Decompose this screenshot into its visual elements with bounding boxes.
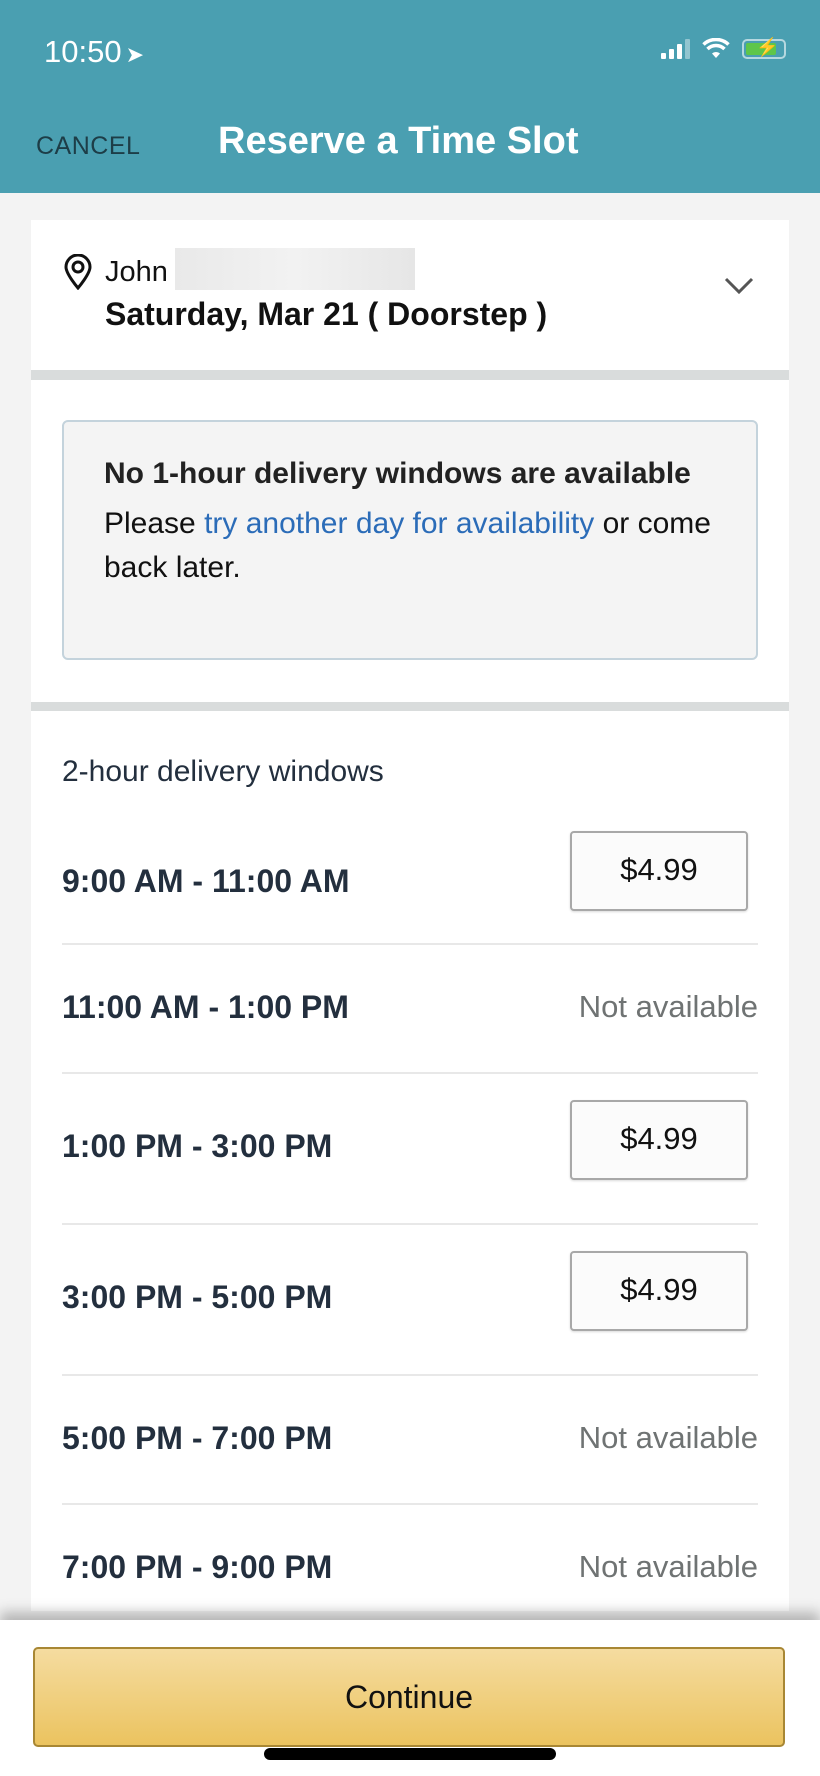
slot-time: 11:00 AM - 1:00 PM xyxy=(62,989,349,1025)
try-another-day-link[interactable]: try another day for availability xyxy=(204,507,594,540)
slot-time: 5:00 PM - 7:00 PM xyxy=(62,1420,333,1456)
status-icons: ⚡ xyxy=(661,37,786,60)
notice-heading: No 1-hour delivery windows are available xyxy=(104,457,691,490)
cancel-button[interactable]: CANCEL xyxy=(36,132,140,161)
slot-price-button[interactable]: $4.99 xyxy=(570,1251,748,1331)
slot-row: 11:00 AM - 1:00 PM Not available xyxy=(62,943,758,1074)
slot-price-button[interactable]: $4.99 xyxy=(570,1100,748,1180)
home-indicator[interactable] xyxy=(264,1748,556,1760)
slot-time: 1:00 PM - 3:00 PM xyxy=(62,1128,333,1164)
slot-price-button[interactable]: $4.99 xyxy=(570,831,748,911)
page-title: Reserve a Time Slot xyxy=(218,120,579,162)
redacted-address xyxy=(175,248,415,290)
slot-row: 9:00 AM - 11:00 AM $4.99 xyxy=(62,807,758,945)
clock: 10:50 xyxy=(44,34,122,69)
wifi-icon xyxy=(702,38,730,58)
unavailable-notice: No 1-hour delivery windows are available… xyxy=(62,420,758,660)
notice-text: Please try another day for availability … xyxy=(104,502,716,590)
cellular-signal-icon xyxy=(661,39,690,59)
status-time: 10:50 ➤ xyxy=(44,34,144,70)
slot-time: 7:00 PM - 9:00 PM xyxy=(62,1549,333,1585)
not-available-label: Not available xyxy=(578,1420,758,1455)
notice-section: No 1-hour delivery windows are available… xyxy=(31,380,789,702)
not-available-label: Not available xyxy=(578,989,758,1024)
slot-row: 1:00 PM - 3:00 PM $4.99 xyxy=(62,1072,758,1225)
notice-text-before: Please xyxy=(104,507,205,540)
section-divider xyxy=(31,370,789,380)
slot-time: 3:00 PM - 5:00 PM xyxy=(62,1279,333,1315)
recipient-name: John xyxy=(105,256,168,288)
chevron-down-icon[interactable] xyxy=(723,276,755,296)
slot-row: 3:00 PM - 5:00 PM $4.99 xyxy=(62,1223,758,1376)
continue-button[interactable]: Continue xyxy=(33,1647,785,1747)
delivery-date: Saturday, Mar 21 ( Doorstep ) xyxy=(105,296,548,332)
location-arrow-icon: ➤ xyxy=(125,42,145,67)
section-label: 2-hour delivery windows xyxy=(62,755,384,788)
slot-time: 9:00 AM - 11:00 AM xyxy=(62,863,350,899)
battery-charging-icon: ⚡ xyxy=(742,37,786,59)
slot-row: 7:00 PM - 9:00 PM Not available xyxy=(62,1503,758,1632)
app-header: 10:50 ➤ ⚡ CANCEL Reserve a Time Slot xyxy=(0,0,820,193)
two-hour-slots: 2-hour delivery windows 9:00 AM - 11:00 … xyxy=(31,711,789,1611)
not-available-label: Not available xyxy=(578,1549,758,1584)
address-selector[interactable]: John Saturday, Mar 21 ( Doorstep ) xyxy=(31,220,789,370)
slot-row: 5:00 PM - 7:00 PM Not available xyxy=(62,1374,758,1505)
location-pin-icon xyxy=(64,254,92,290)
